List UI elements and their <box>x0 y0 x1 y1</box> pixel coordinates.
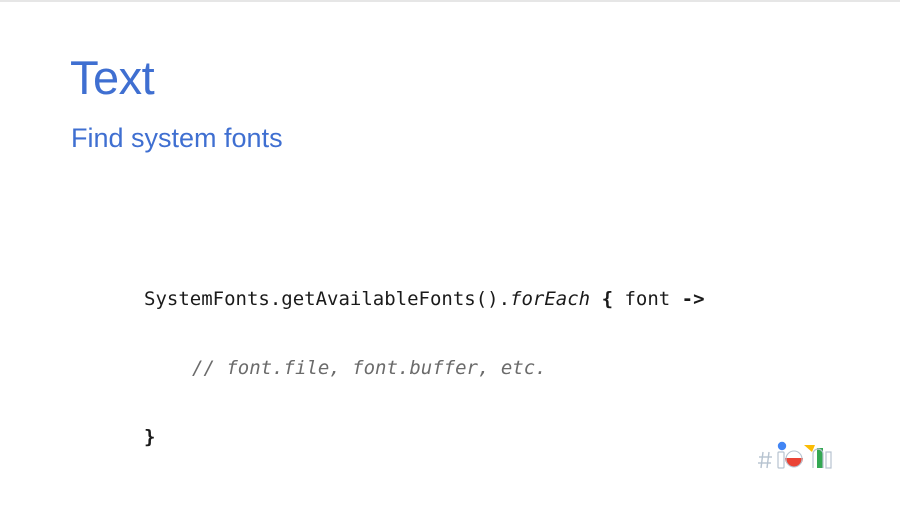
code-receiver: SystemFonts.getAvailableFonts(). <box>144 288 511 310</box>
code-lambda-param: font <box>613 288 682 310</box>
presentation-slide: Text Find system fonts SystemFonts.getAv… <box>0 0 900 505</box>
code-lambda-arrow: -> <box>681 288 705 310</box>
slide-subtitle: Find system fonts <box>71 123 283 153</box>
code-line-1: SystemFonts.getAvailableFonts().forEach … <box>144 288 705 311</box>
logo-outline-bar <box>825 451 832 469</box>
code-line-2: // font.file, font.buffer, etc. <box>144 357 705 380</box>
code-foreach-call: forEach <box>510 288 591 310</box>
google-io-logo-icon <box>758 441 832 469</box>
slide-title: Text <box>70 51 155 104</box>
code-comment: // font.file, font.buffer, etc. <box>192 357 547 379</box>
logo-hash-mark <box>758 451 772 469</box>
logo-blue-dot <box>777 441 787 451</box>
code-block: SystemFonts.getAvailableFonts().forEach … <box>144 242 705 495</box>
code-close-brace: } <box>144 426 156 448</box>
code-open-brace: { <box>601 288 614 310</box>
logo-red-half-circle <box>785 458 803 467</box>
top-divider <box>0 0 900 2</box>
code-line-3: } <box>144 426 705 449</box>
logo-outline-box <box>777 451 785 469</box>
